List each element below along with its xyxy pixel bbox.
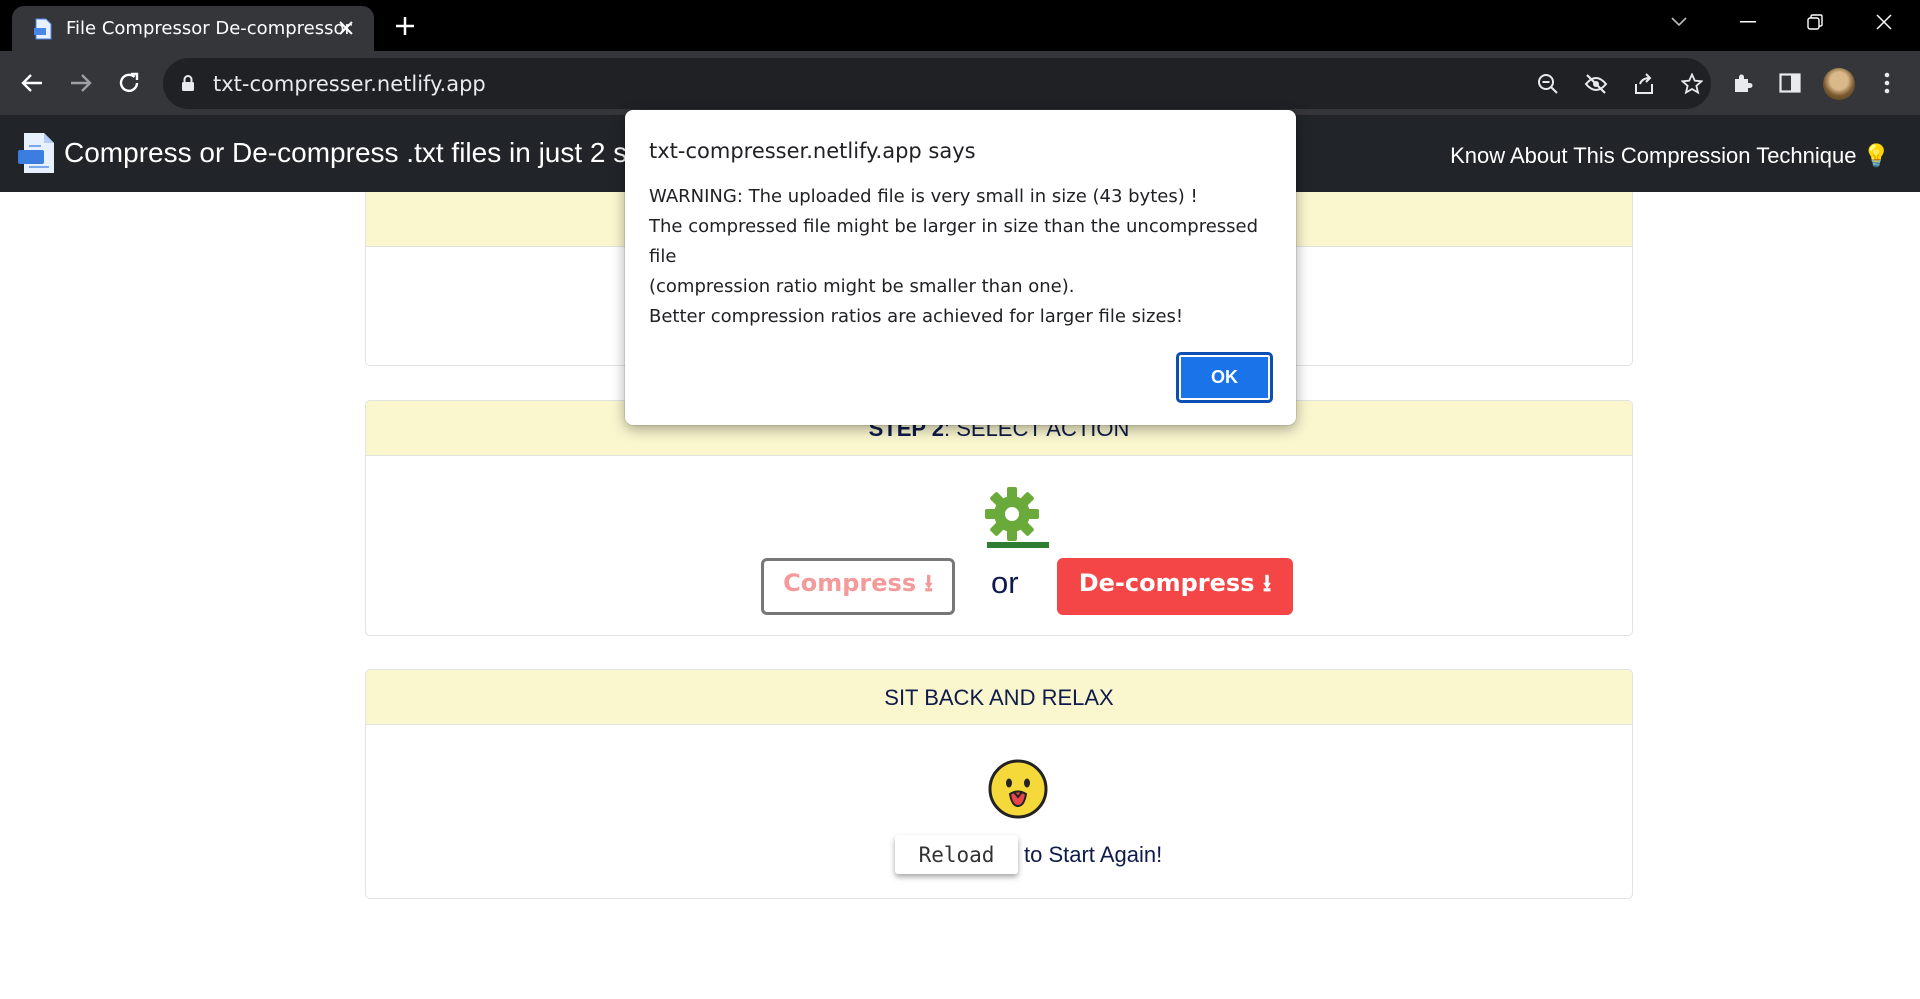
- reload-instruction: to Start Again!: [1024, 841, 1163, 867]
- tab-strip: File Compressor De-compressor: [0, 0, 1920, 51]
- forward-arrow-icon[interactable]: [65, 67, 97, 99]
- back-arrow-icon[interactable]: [16, 67, 48, 99]
- reload-row: Reload to Start Again!: [895, 835, 1162, 874]
- smiley-face-icon: [988, 759, 1048, 819]
- dialog-title: txt-compresser.netlify.app says: [649, 139, 976, 163]
- zoom-out-icon[interactable]: [1534, 70, 1562, 98]
- reload-button[interactable]: Reload: [895, 835, 1018, 874]
- compress-button[interactable]: Compress ⭳: [761, 558, 955, 615]
- or-label: or: [991, 565, 1019, 600]
- brand-title[interactable]: Compress or De-compress .txt files in ju…: [64, 137, 651, 169]
- gear-underline: [987, 542, 1049, 548]
- gear-icon: [983, 485, 1041, 543]
- tab-close-icon[interactable]: [334, 16, 358, 40]
- share-icon[interactable]: [1630, 70, 1658, 98]
- know-technique-link[interactable]: Know About This Compression Technique 💡: [1450, 143, 1890, 169]
- eye-off-icon[interactable]: [1582, 70, 1610, 98]
- dialog-message: WARNING: The uploaded file is very small…: [649, 182, 1279, 332]
- browser-tab[interactable]: File Compressor De-compressor: [12, 6, 374, 51]
- side-panel-icon[interactable]: [1774, 67, 1806, 99]
- profile-avatar[interactable]: [1823, 68, 1855, 100]
- step3-card-header: SIT BACK AND RELAX: [366, 670, 1632, 725]
- dialog-line: (compression ratio might be smaller than…: [649, 276, 1075, 297]
- close-window-icon[interactable]: [1866, 8, 1902, 36]
- txt-file-icon: [32, 18, 54, 40]
- tab-search-chevron-icon[interactable]: [1661, 8, 1697, 36]
- new-tab-icon[interactable]: [392, 13, 418, 39]
- bookmark-star-icon[interactable]: [1678, 70, 1706, 98]
- minimize-icon[interactable]: [1730, 8, 1766, 36]
- alert-dialog: txt-compresser.netlify.app says WARNING:…: [625, 110, 1296, 425]
- tab-title: File Compressor De-compressor: [66, 18, 352, 39]
- dialog-line: Better compression ratios are achieved f…: [649, 306, 1184, 327]
- ok-button[interactable]: OK: [1176, 352, 1273, 403]
- step3-card: SIT BACK AND RELAX Reload to Start Again…: [365, 669, 1633, 899]
- txt-file-logo-icon: [18, 132, 56, 174]
- step2-card: STEP 2: SELECT ACTION Compress ⭳ or De-c…: [365, 400, 1633, 636]
- url-text[interactable]: txt-compresser.netlify.app: [213, 72, 486, 96]
- dialog-line: The compressed file might be larger in s…: [649, 216, 1259, 267]
- lock-icon[interactable]: [181, 75, 195, 97]
- restore-icon[interactable]: [1797, 8, 1833, 36]
- browser-toolbar: txt-compresser.netlify.app: [0, 51, 1920, 115]
- extensions-puzzle-icon[interactable]: [1727, 67, 1759, 99]
- reload-page-icon[interactable]: [113, 67, 145, 99]
- dialog-line: WARNING: The uploaded file is very small…: [649, 186, 1198, 207]
- more-menu-icon[interactable]: [1871, 67, 1903, 99]
- address-bar[interactable]: txt-compresser.netlify.app: [163, 58, 1711, 109]
- decompress-button[interactable]: De-compress ⭳: [1057, 558, 1293, 615]
